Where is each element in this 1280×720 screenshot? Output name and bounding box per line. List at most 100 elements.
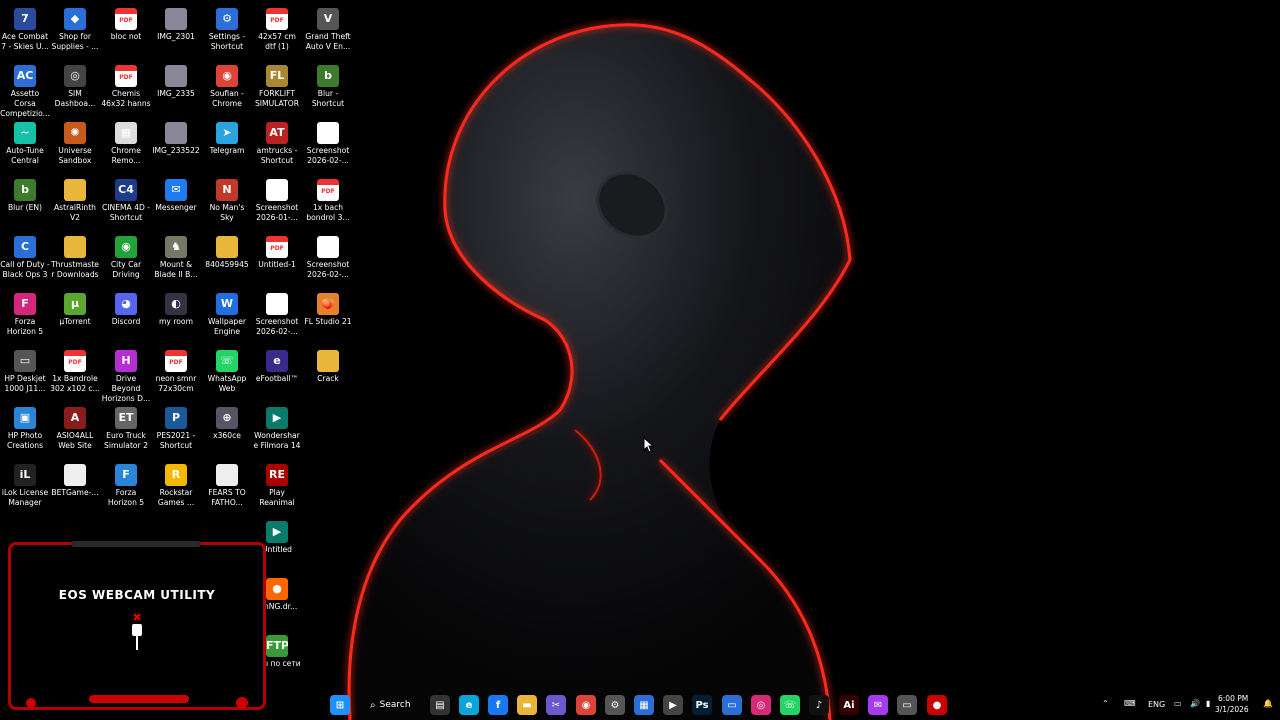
desktop-shortcut[interactable]: IMG_2301 — [151, 8, 201, 64]
task-view-icon[interactable]: ▤ — [430, 695, 450, 715]
keyboard-icon[interactable]: ⌨ — [1124, 699, 1136, 708]
whatsapp-icon[interactable]: ☏ — [780, 695, 800, 715]
desktop-shortcut[interactable]: 840459945 — [202, 236, 252, 292]
desktop-shortcut[interactable]: ET Euro Truck Simulator 2 — [101, 407, 151, 463]
desktop-shortcut-label: neon smnr 72x30cm — [155, 374, 197, 393]
photoshop-icon[interactable]: Ps — [692, 695, 712, 715]
desktop-shortcut[interactable]: N No Man's Sky — [202, 179, 252, 235]
desktop-shortcut-label: Assetto Corsa Competizio... — [0, 89, 50, 118]
desktop-shortcut[interactable]: PDF neon smnr 72x30cm — [151, 350, 201, 406]
tiktok-icon[interactable]: ♪ — [809, 695, 829, 715]
chrome-icon[interactable]: ◉ — [576, 695, 596, 715]
sim-dashboard-icon: ◎ — [64, 65, 86, 87]
desktop-shortcut[interactable]: FEARS TO FATHO... — [202, 464, 252, 520]
facebook-icon[interactable]: f — [488, 695, 508, 715]
windows-start-icon[interactable]: ⊞ — [330, 695, 350, 715]
store-icon[interactable]: ▦ — [634, 695, 654, 715]
desktop-shortcut[interactable]: C4 CINEMA 4D - Shortcut — [101, 179, 151, 235]
network-icon[interactable]: ▭ — [1174, 699, 1182, 708]
desktop-shortcut[interactable]: BETGame-... — [50, 464, 100, 520]
instagram-icon[interactable]: ◎ — [751, 695, 771, 715]
desktop-shortcut[interactable]: PDF 42x57 cm dtf (1) — [252, 8, 302, 64]
desktop-shortcut[interactable]: PDF bloc not — [101, 8, 151, 64]
desktop-shortcut[interactable]: b Blur - Shortcut — [303, 65, 353, 121]
rockstar-icon: R — [165, 464, 187, 486]
clock-time[interactable]: 6:00 PM — [1218, 694, 1248, 703]
desktop-shortcut[interactable]: 🍑 FL Studio 21 — [303, 293, 353, 349]
desktop-shortcut[interactable]: IMG_233522 — [151, 122, 201, 178]
record-icon[interactable]: ● — [927, 695, 947, 715]
desktop-shortcut[interactable]: ◆ Shop for Supplies - ... — [50, 8, 100, 64]
desktop-shortcut[interactable]: Screenshot 2026-02-... — [303, 236, 353, 292]
desktop-shortcut[interactable]: PDF Chemis 46x32 hanns — [101, 65, 151, 121]
desktop-shortcut[interactable]: AstralRinth V2 — [50, 179, 100, 235]
desktop-shortcut[interactable]: H Drive Beyond Horizons D... — [101, 350, 151, 406]
desktop-shortcut[interactable]: iL iLok License Manager — [0, 464, 50, 520]
desktop-shortcut[interactable]: F Forza Horizon 5 — [101, 464, 151, 520]
desktop-shortcut[interactable]: PDF 1x bach bondrol 3... — [303, 179, 353, 235]
desktop-shortcut[interactable]: ✺ Universe Sandbox — [50, 122, 100, 178]
language-indicator[interactable]: ENG — [1148, 700, 1165, 709]
printer-icon[interactable]: ▭ — [897, 695, 917, 715]
media-player-icon[interactable]: ▶ — [663, 695, 683, 715]
desktop-shortcut[interactable]: ◎ SIM Dashboa... — [50, 65, 100, 121]
desktop-shortcut[interactable]: Screenshot 2026-02-... — [303, 122, 353, 178]
desktop-shortcut[interactable]: Crack — [303, 350, 353, 406]
desktop-shortcut[interactable]: ◉ City Car Driving — [101, 236, 151, 292]
desktop-shortcut-label: Wondershare Filmora 14 — [253, 431, 301, 450]
notification-bell-icon[interactable]: 🔔 — [1263, 699, 1273, 708]
desktop-shortcut[interactable]: Screenshot 2026-02-... — [252, 293, 302, 349]
desktop-shortcut[interactable]: ◉ Soufian - Chrome — [202, 65, 252, 121]
discord-icon: ◕ — [115, 293, 137, 315]
desktop-shortcut[interactable]: e eFootball™ — [252, 350, 302, 406]
desktop-shortcut[interactable]: V Grand Theft Auto V En... — [303, 8, 353, 64]
edge-icon[interactable]: e — [459, 695, 479, 715]
show-hidden-icons-icon[interactable]: ⌃ — [1102, 699, 1109, 708]
desktop-shortcut[interactable]: Thrustmaster Downloads — [50, 236, 100, 292]
desktop-shortcut[interactable]: FL FORKLIFT SIMULATOR — [252, 65, 302, 121]
desktop-shortcut[interactable]: ▦ Chrome Remo... — [101, 122, 151, 178]
eos-webcam-utility-window[interactable]: EOS WEBCAM UTILITY — [8, 541, 266, 710]
messenger-icon[interactable]: ✉ — [868, 695, 888, 715]
desktop-shortcut[interactable]: ▶ Wondershare Filmora 14 — [252, 407, 302, 463]
desktop-shortcut[interactable]: ⊕ x360ce — [202, 407, 252, 463]
desktop-shortcut[interactable]: ➤ Telegram — [202, 122, 252, 178]
desktop-shortcut[interactable]: RE Play Reanimal — [252, 464, 302, 520]
desktop-shortcut[interactable]: ▭ HP Deskjet 1000 J11... — [0, 350, 50, 406]
settings-icon[interactable]: ⚙ — [605, 695, 625, 715]
desktop-shortcut[interactable]: 7 Ace Combat 7 - Skies U... — [0, 8, 50, 64]
desktop-shortcut[interactable]: PDF 1x Bandrole 302 x102 c... — [50, 350, 100, 406]
desktop-shortcut[interactable]: Screenshot 2026-01-... — [252, 179, 302, 235]
desktop-shortcut[interactable]: ✉ Messenger — [151, 179, 201, 235]
battery-icon[interactable]: ▮ — [1206, 699, 1210, 708]
app-window-icon[interactable]: ▭ — [722, 695, 742, 715]
illustrator-icon[interactable]: Ai — [839, 695, 859, 715]
volume-icon[interactable]: 🔊 — [1190, 699, 1200, 708]
desktop-shortcut[interactable]: ◕ Discord — [101, 293, 151, 349]
desktop-shortcut[interactable]: AC Assetto Corsa Competizio... — [0, 65, 50, 121]
desktop-shortcut[interactable]: AT amtrucks - Shortcut — [252, 122, 302, 178]
clock-date[interactable]: 3/1/2026 — [1215, 705, 1249, 714]
desktop-shortcut[interactable]: ♞ Mount & Blade II B... — [151, 236, 201, 292]
desktop-shortcut[interactable]: P PES2021 - Shortcut — [151, 407, 201, 463]
desktop-shortcut[interactable]: µ µTorrent — [50, 293, 100, 349]
taskbar-search[interactable]: ⌕ Search — [362, 693, 414, 717]
desktop-shortcut[interactable]: ~ Auto-Tune Central — [0, 122, 50, 178]
desktop-shortcut[interactable]: ⚙ Settings - Shortcut — [202, 8, 252, 64]
desktop-shortcut[interactable]: F Forza Horizon 5 — [0, 293, 50, 349]
desktop-shortcut-label: amtrucks - Shortcut — [256, 146, 298, 165]
desktop-shortcut-label: FEARS TO FATHO... — [208, 488, 246, 507]
file-explorer-icon[interactable]: ▬ — [517, 695, 537, 715]
desktop-shortcut[interactable]: b Blur (EN) — [0, 179, 50, 235]
desktop-shortcut[interactable]: ☏ WhatsApp Web — [202, 350, 252, 406]
desktop-shortcut[interactable]: ▣ HP Photo Creations — [0, 407, 50, 463]
desktop-shortcut[interactable]: ◐ my room — [151, 293, 201, 349]
desktop-shortcut[interactable]: C Call of Duty - Black Ops 3 — [0, 236, 50, 292]
desktop-shortcut-label: Shop for Supplies - ... — [51, 32, 99, 51]
desktop-shortcut[interactable]: W Wallpaper Engine — [202, 293, 252, 349]
desktop-shortcut[interactable]: IMG_2335 — [151, 65, 201, 121]
desktop-shortcut[interactable]: PDF Untitled-1 — [252, 236, 302, 292]
snipping-tool-icon[interactable]: ✂ — [546, 695, 566, 715]
desktop-shortcut[interactable]: R Rockstar Games ... — [151, 464, 201, 520]
desktop-shortcut[interactable]: A ASIO4ALL Web Site — [50, 407, 100, 463]
